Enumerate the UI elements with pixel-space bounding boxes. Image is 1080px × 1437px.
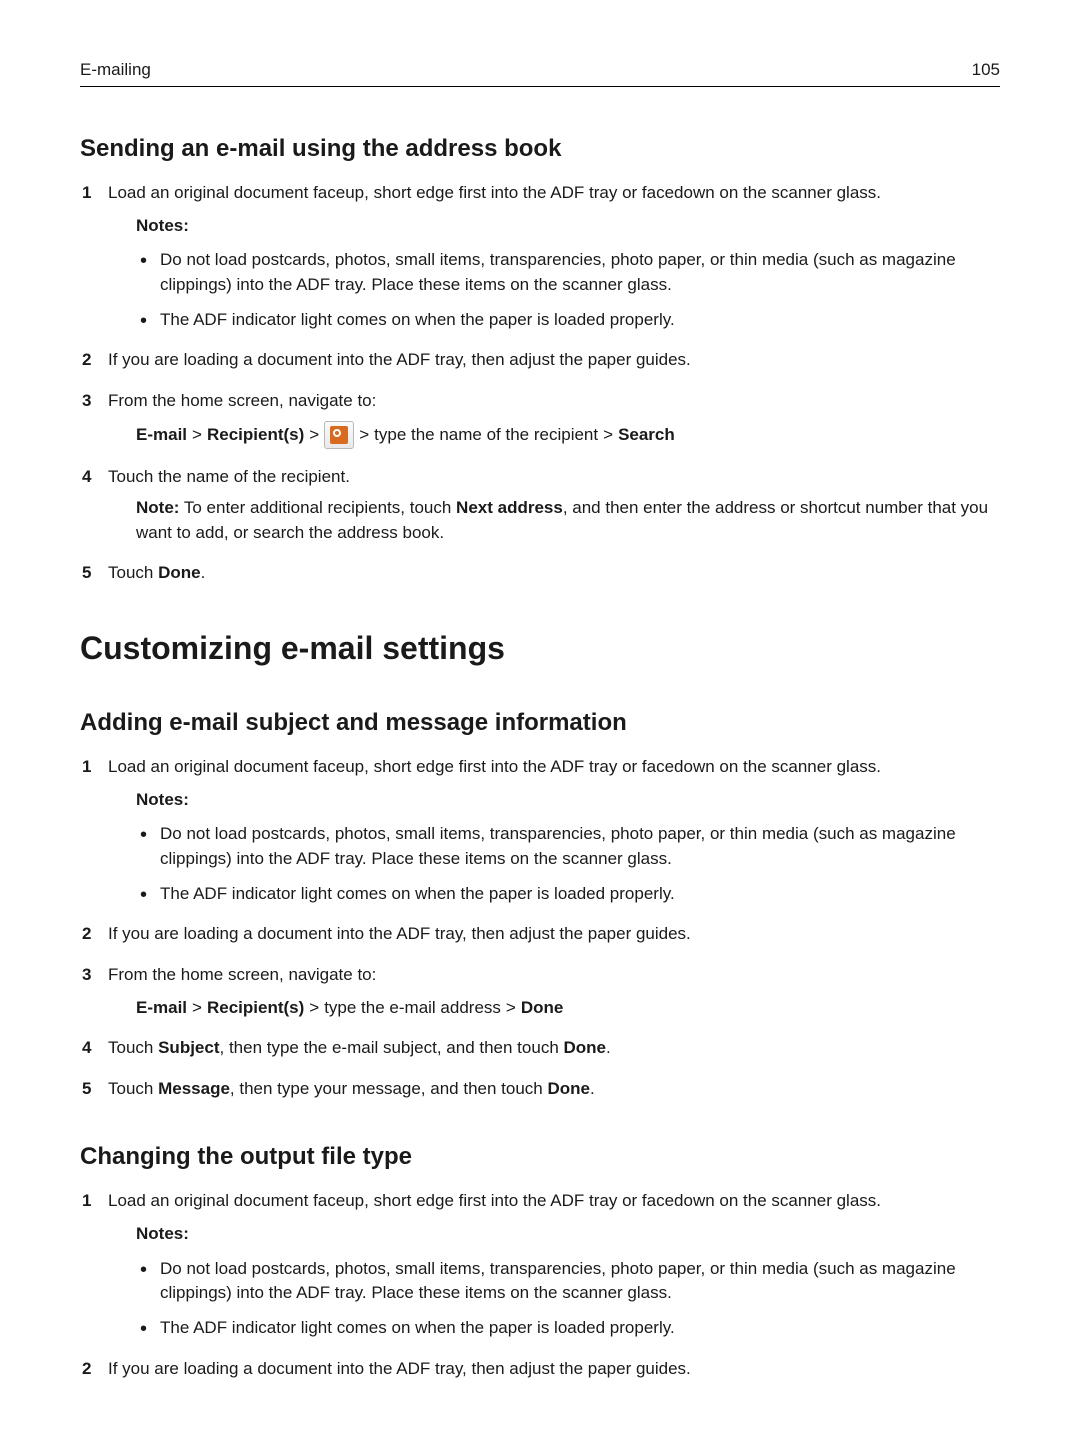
step-text: From the home screen, navigate to: — [108, 965, 376, 984]
section2-step1: Load an original document faceup, short … — [80, 755, 1000, 906]
document-page: E-mailing 105 Sending an e‑mail using th… — [0, 0, 1080, 1437]
nav-done: Done — [521, 996, 564, 1021]
note-item: The ADF indicator light comes on when th… — [136, 882, 1000, 907]
step-text: Touch the name of the recipient. — [108, 467, 350, 486]
section3-steps: Load an original document faceup, short … — [80, 1189, 1000, 1381]
nav-email: E‑mail — [136, 996, 187, 1021]
section1-step4: Touch the name of the recipient. Note: T… — [80, 465, 1000, 545]
step-bold: Done — [158, 563, 201, 582]
step-text: Load an original document faceup, short … — [108, 183, 881, 202]
notes-list: Do not load postcards, photos, small ite… — [136, 822, 1000, 906]
step-text-a: Touch — [108, 563, 158, 582]
section2-step2: If you are loading a document into the A… — [80, 922, 1000, 947]
nav-sep: > — [603, 423, 613, 448]
note-text-a: To enter additional recipients, touch — [179, 498, 456, 517]
section1-step1: Load an original document faceup, short … — [80, 181, 1000, 332]
t: Touch — [108, 1079, 158, 1098]
b: Done — [564, 1038, 607, 1057]
t: . — [590, 1079, 595, 1098]
nav-path: E‑mail > Recipient(s) > > type the name … — [108, 421, 1000, 449]
b: Subject — [158, 1038, 219, 1057]
section2-step3: From the home screen, navigate to: E‑mai… — [80, 963, 1000, 1020]
notes-label: Notes: — [136, 1222, 1000, 1247]
section1-steps: Load an original document faceup, short … — [80, 181, 1000, 586]
section2-step5: Touch Message, then type your message, a… — [80, 1077, 1000, 1102]
notes-list: Do not load postcards, photos, small ite… — [136, 1257, 1000, 1341]
notes-block: Notes: Do not load postcards, photos, sm… — [108, 1222, 1000, 1341]
section1-step2: If you are loading a document into the A… — [80, 348, 1000, 373]
note-item: Do not load postcards, photos, small ite… — [136, 1257, 1000, 1306]
section1-title: Sending an e‑mail using the address book — [80, 135, 1000, 163]
note-item: Do not load postcards, photos, small ite… — [136, 822, 1000, 871]
nav-email: E‑mail — [136, 423, 187, 448]
section3-step1: Load an original document faceup, short … — [80, 1189, 1000, 1340]
section3-title: Changing the output file type — [80, 1143, 1000, 1171]
notes-block: Notes: Do not load postcards, photos, sm… — [108, 214, 1000, 333]
note-bold: Next address — [456, 498, 563, 517]
nav-sep: > — [192, 996, 202, 1021]
section3-step2: If you are loading a document into the A… — [80, 1357, 1000, 1382]
nav-sep: > — [506, 996, 516, 1021]
t: Touch — [108, 1038, 158, 1057]
step-text: From the home screen, navigate to: — [108, 391, 376, 410]
page-header: E-mailing 105 — [80, 60, 1000, 87]
section2-steps: Load an original document faceup, short … — [80, 755, 1000, 1101]
t: , then type the e‑mail subject, and then… — [220, 1038, 564, 1057]
t: , then type your message, and then touch — [230, 1079, 548, 1098]
nav-mid-text: type the name of the recipient — [374, 423, 598, 448]
nav-sep: > — [309, 996, 319, 1021]
search-icon — [324, 421, 354, 449]
step-text-b: . — [201, 563, 206, 582]
nav-mid-text: type the e‑mail address — [324, 996, 501, 1021]
nav-sep: > — [359, 423, 369, 448]
note-item: The ADF indicator light comes on when th… — [136, 308, 1000, 333]
notes-block: Notes: Do not load postcards, photos, sm… — [108, 788, 1000, 907]
notes-label: Notes: — [136, 214, 1000, 239]
section2-title: Adding e‑mail subject and message inform… — [80, 709, 1000, 737]
nav-recipients: Recipient(s) — [207, 423, 304, 448]
chapter-title: Customizing e‑mail settings — [80, 630, 1000, 667]
note-item: Do not load postcards, photos, small ite… — [136, 248, 1000, 297]
section2-step4: Touch Subject, then type the e‑mail subj… — [80, 1036, 1000, 1061]
nav-recipients: Recipient(s) — [207, 996, 304, 1021]
notes-list: Do not load postcards, photos, small ite… — [136, 248, 1000, 332]
step4-note: Note: To enter additional recipients, to… — [108, 496, 1000, 545]
header-page-number: 105 — [972, 60, 1000, 80]
header-section-title: E-mailing — [80, 60, 151, 80]
step-text: Load an original document faceup, short … — [108, 757, 881, 776]
note-prefix: Note: — [136, 498, 179, 517]
b: Done — [547, 1079, 590, 1098]
nav-sep: > — [309, 423, 319, 448]
nav-sep: > — [192, 423, 202, 448]
t: . — [606, 1038, 611, 1057]
notes-label: Notes: — [136, 788, 1000, 813]
step-text: Load an original document faceup, short … — [108, 1191, 881, 1210]
note-item: The ADF indicator light comes on when th… — [136, 1316, 1000, 1341]
search-icon-glyph — [330, 426, 348, 444]
section1-step3: From the home screen, navigate to: E‑mai… — [80, 389, 1000, 450]
nav-search: Search — [618, 423, 675, 448]
nav-path: E‑mail > Recipient(s) > type the e‑mail … — [108, 996, 1000, 1021]
section1-step5: Touch Done. — [80, 561, 1000, 586]
b: Message — [158, 1079, 230, 1098]
